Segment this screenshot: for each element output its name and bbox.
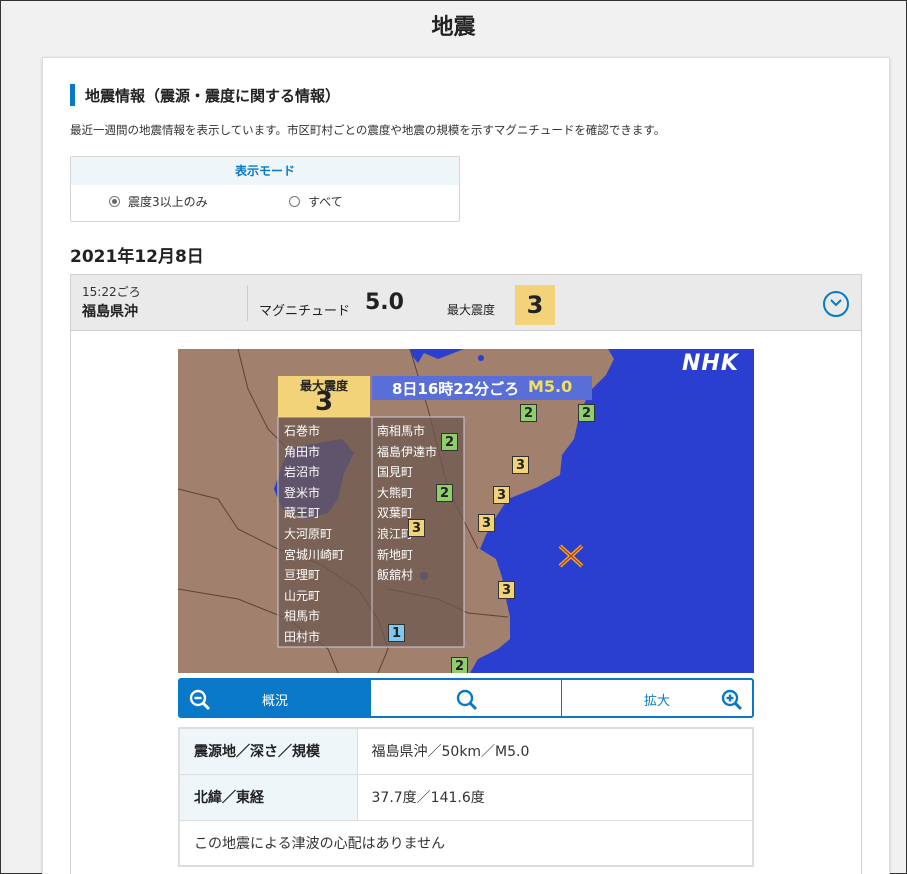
map-magnitude: M5.0 bbox=[528, 377, 573, 396]
display-mode-title: 表示モード bbox=[71, 157, 459, 185]
section-description: 最近一週間の地震情報を表示しています。市区町村ごとの震度や地震の規模を示すマグニ… bbox=[70, 123, 666, 137]
magnitude-value: 5.0 bbox=[365, 290, 404, 315]
overview-button[interactable]: 概況 bbox=[180, 680, 370, 716]
map-city-name: 石巻市 bbox=[284, 424, 321, 438]
map-max-intensity-value: 3 bbox=[314, 387, 334, 417]
quake-place: 福島県沖 bbox=[82, 304, 138, 320]
section-heading: 地震情報（震源・震度に関する情報） bbox=[70, 84, 340, 106]
radio-all[interactable]: すべて bbox=[289, 193, 343, 210]
coordinates-key: 北緯／東経 bbox=[178, 773, 358, 821]
max-intensity-label: 最大震度 bbox=[447, 303, 496, 317]
table-row: この地震による津波の心配はありません bbox=[178, 819, 754, 867]
intensity-marker: 3 bbox=[498, 581, 515, 599]
map-city-name: 相馬市 bbox=[284, 609, 321, 624]
header-divider bbox=[247, 285, 248, 321]
zoom-in-icon bbox=[721, 689, 743, 711]
radio-label: 震度3以上のみ bbox=[128, 195, 208, 209]
date-heading: 2021年12月8日 bbox=[70, 247, 204, 267]
map-city-name: 宮城川崎町 bbox=[284, 547, 345, 562]
intensity-marker: 2 bbox=[436, 484, 453, 502]
intensity-marker: 2 bbox=[451, 657, 468, 673]
coordinates-value: 37.7度／141.6度 bbox=[356, 773, 754, 821]
map-city-name: 山元町 bbox=[284, 588, 321, 603]
epicenter-value: 福島県沖／50km／M5.0 bbox=[356, 727, 754, 775]
intensity-marker: 1 bbox=[388, 624, 405, 642]
map-city-name: 亘理町 bbox=[284, 568, 321, 583]
map-city-name: 角田市 bbox=[284, 444, 321, 459]
tsunami-note: この地震による津波の心配はありません bbox=[178, 819, 754, 867]
default-zoom-button[interactable] bbox=[370, 680, 561, 716]
city-list-left: 石巻市角田市岩沼市登米市蔵王町大河原町宮城川崎町亘理町山元町相馬市田村市 bbox=[284, 421, 370, 648]
map-city-name: 岩沼市 bbox=[284, 465, 321, 480]
map-zoom-bar: 概況 拡大 bbox=[178, 678, 754, 718]
map-headline: 8日16時22分ごろ bbox=[392, 380, 520, 398]
map-city-name: 大河原町 bbox=[284, 526, 333, 541]
radio-intensity3-only[interactable]: 震度3以上のみ bbox=[109, 193, 208, 210]
epicenter-key: 震源地／深さ／規模 bbox=[178, 727, 358, 775]
intensity-marker: 2 bbox=[441, 433, 458, 451]
intensity-marker: 3 bbox=[512, 456, 529, 474]
quake-header[interactable]: 15:22ごろ 福島県沖 マグニチュード 5.0 最大震度 3 bbox=[71, 275, 861, 331]
intensity-map: NHK 最大震度 3 8日16時22分ごろ M5.0 石巻市 角田市 岩沼市 登米市蔵… bbox=[178, 349, 754, 673]
map-city-name: 田村市 bbox=[284, 629, 321, 644]
radio-unchecked-icon[interactable] bbox=[289, 196, 300, 207]
table-row: 震源地／深さ／規模 福島県沖／50km／M5.0 bbox=[178, 727, 754, 775]
page-title: 地震 bbox=[431, 15, 476, 40]
map-city-name: 飯舘村 bbox=[377, 568, 414, 583]
quake-entry: 15:22ごろ 福島県沖 マグニチュード 5.0 最大震度 3 NHK 最大震度… bbox=[70, 274, 862, 874]
heading-accent-bar bbox=[70, 84, 75, 106]
overview-label: 概況 bbox=[261, 694, 288, 709]
table-row: 北緯／東経 37.7度／141.6度 bbox=[178, 773, 754, 821]
quake-time: 15:22ごろ bbox=[82, 285, 141, 299]
map-city-name: 蔵王町 bbox=[284, 506, 321, 521]
zoom-in-button[interactable]: 拡大 bbox=[561, 680, 752, 716]
display-mode-box: 表示モード 震度3以上のみ すべて bbox=[70, 156, 460, 222]
section-title: 地震情報（震源・震度に関する情報） bbox=[85, 86, 341, 105]
chevron-down-circle-icon[interactable] bbox=[823, 291, 849, 317]
map-city-name: 登米市 bbox=[284, 485, 321, 500]
intensity-marker: 2 bbox=[578, 404, 595, 422]
nhk-logo: NHK bbox=[682, 351, 739, 376]
intensity-marker: 3 bbox=[493, 486, 510, 504]
radio-label: すべて bbox=[308, 195, 343, 209]
map-city-name: 新地町 bbox=[377, 547, 414, 562]
magnitude-label: マグニチュード bbox=[259, 304, 351, 319]
intensity-marker: 2 bbox=[520, 404, 537, 422]
intensity-marker: 3 bbox=[478, 514, 495, 532]
quake-detail-table: 震源地／深さ／規模 福島県沖／50km／M5.0 北緯／東経 37.7度／141… bbox=[178, 727, 754, 867]
radio-checked-icon[interactable] bbox=[109, 196, 120, 207]
earthquake-card: 地震情報（震源・震度に関する情報） 最近一週間の地震情報を表示しています。市区町… bbox=[42, 57, 890, 874]
search-icon bbox=[456, 689, 478, 711]
map-city-name: 国見町 bbox=[377, 465, 414, 480]
intensity-marker: 3 bbox=[408, 519, 425, 537]
max-intensity-badge: 3 bbox=[515, 285, 555, 325]
